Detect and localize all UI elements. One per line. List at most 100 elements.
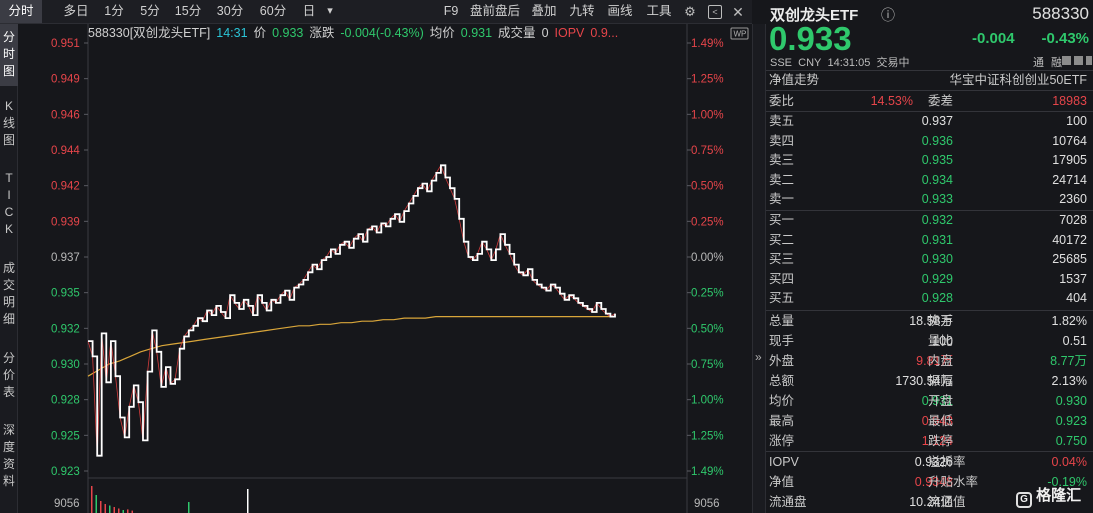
- panel-collapse-strip[interactable]: »: [752, 24, 766, 513]
- exchange: SSE: [770, 57, 793, 69]
- left-tick-label: 0.949: [51, 74, 80, 86]
- left-tick-label: 0.930: [51, 359, 80, 371]
- volume-bar: [188, 502, 190, 513]
- level-volume: 40172: [1052, 232, 1087, 247]
- left-tick-label: 0.937: [51, 252, 80, 264]
- big-change-pct: -0.43%: [1041, 30, 1089, 47]
- tab-1min[interactable]: 1分: [98, 0, 130, 23]
- vtab-char: 时: [2, 47, 15, 61]
- tools-button[interactable]: 工具: [642, 0, 676, 23]
- stat-label: 溢折率: [928, 455, 966, 469]
- vtab-price-table[interactable]: 分 价 表: [0, 350, 18, 410]
- level-label: 卖四: [769, 133, 795, 148]
- stat-label: 流通值: [928, 495, 966, 509]
- level-label: 买一: [769, 213, 795, 227]
- stat-row: 均价 0.931 开盘 0.930: [766, 391, 1093, 411]
- period-dropdown-icon[interactable]: ▾: [322, 0, 338, 23]
- bid-row: 买一 0.932 7028: [766, 210, 1093, 230]
- right-tick-label: 1.49%: [691, 38, 724, 50]
- iopv-value: 0.9...: [590, 26, 619, 40]
- intraday-chart[interactable]: 0.951 0.949 0.946 0.944 0.942 0.939 0.937 0.935…: [18, 24, 752, 513]
- vtab-char: C: [4, 205, 14, 219]
- level-price: 0.931: [921, 232, 953, 247]
- ratio-label: 委比: [769, 94, 795, 108]
- level-label: 买五: [769, 291, 795, 306]
- ask-row: 卖三 0.935 17905: [766, 150, 1093, 170]
- left-tick-label: 0.935: [51, 288, 80, 300]
- stat-label: 外盘: [769, 354, 795, 368]
- right-tick-label: 0.50%: [691, 323, 724, 335]
- vtab-intraday-chart[interactable]: 分 时 图: [0, 24, 18, 86]
- left-tick-label: 0.923: [51, 466, 80, 478]
- level-price: 0.930: [921, 252, 953, 267]
- vtab-char: 图: [2, 64, 15, 78]
- price-value: 0.933: [272, 26, 304, 40]
- nav-trend-link[interactable]: 净值走势: [769, 70, 819, 90]
- edit-icon[interactable]: [1062, 56, 1071, 65]
- security-code-name: 588330[双创龙头ETF]: [88, 26, 211, 40]
- pre-post-market-button[interactable]: 盘前盘后: [466, 0, 524, 23]
- stat-row: 外盘 9.81万 内盘 8.77万: [766, 351, 1093, 371]
- level-volume: 10764: [1052, 133, 1087, 148]
- level-price: 0.929: [921, 271, 953, 286]
- info-icon[interactable]: ⓘ: [881, 5, 895, 25]
- level-volume: 100: [1066, 114, 1087, 128]
- quote-time: 14:31:05: [827, 57, 871, 69]
- f9-button[interactable]: F9: [440, 0, 462, 23]
- volume-axis-right-label: 9056: [694, 498, 720, 510]
- left-tick-label: 0.946: [51, 109, 80, 121]
- wp-badge[interactable]: WP: [730, 27, 749, 40]
- bid-row: 买三 0.930 25685: [766, 249, 1093, 269]
- tab-daily[interactable]: 日: [298, 0, 320, 23]
- level-volume: 17905: [1052, 153, 1087, 168]
- tab-multi-day[interactable]: 多日: [58, 0, 94, 23]
- trading-status: 交易中: [876, 57, 910, 69]
- chevron-left-icon[interactable]: <: [708, 5, 722, 19]
- tab-5min[interactable]: 5分: [134, 0, 166, 23]
- edit-icon[interactable]: [1074, 56, 1083, 65]
- draw-line-button[interactable]: 画线: [604, 0, 636, 23]
- nine-turn-button[interactable]: 九转: [566, 0, 598, 23]
- stat-label: 涨停: [769, 434, 795, 448]
- close-icon[interactable]: ✕: [730, 4, 746, 20]
- vtab-tick[interactable]: T I C K: [0, 170, 18, 248]
- diff-value: 18983: [1052, 94, 1087, 108]
- level-price: 0.934: [921, 172, 953, 187]
- tab-30min[interactable]: 30分: [212, 0, 248, 23]
- volume-bar: [104, 504, 106, 513]
- stat-row: IOPV 0.9326 溢折率 0.04%: [766, 452, 1093, 472]
- tracking-index: 华宝中证科创创业50ETF: [949, 73, 1087, 87]
- volume-bar: [100, 501, 102, 513]
- collapse-arrow-icon[interactable]: »: [755, 350, 762, 364]
- stat-row: 总额 1730.54万 振幅 2.13%: [766, 371, 1093, 391]
- gear-icon[interactable]: ⚙: [682, 4, 698, 20]
- tab-60min[interactable]: 60分: [254, 0, 292, 23]
- tab-15min[interactable]: 15分: [170, 0, 206, 23]
- volume-axis-left-label: 9056: [54, 498, 80, 510]
- vtab-kline-chart[interactable]: K 线 图: [0, 98, 18, 158]
- level-volume: 2360: [1059, 192, 1087, 207]
- edit-icon[interactable]: [1086, 56, 1092, 65]
- volume-bar: [109, 505, 111, 513]
- level-volume: 404: [1066, 291, 1087, 306]
- nav-row[interactable]: 净值走势 华宝中证科创创业50ETF: [766, 70, 1093, 90]
- ask-row: 卖一 0.933 2360: [766, 189, 1093, 209]
- stat-label: 最高: [769, 414, 795, 428]
- left-tick-label: 0.942: [51, 181, 80, 193]
- badge-tong: 通: [1033, 57, 1044, 69]
- level-price: 0.928: [921, 291, 953, 306]
- left-tick-label: 0.939: [51, 216, 80, 228]
- level-volume: 25685: [1052, 252, 1087, 267]
- stat-value: 8.77万: [1050, 354, 1087, 368]
- currency: CNY: [798, 57, 822, 69]
- overlay-button[interactable]: 叠加: [528, 0, 560, 23]
- stat-label: 开盘: [928, 394, 954, 408]
- vtab-trade-details[interactable]: 成 交 明 细: [0, 260, 18, 338]
- volume-bar: [113, 507, 115, 513]
- tab-intraday[interactable]: 分时: [0, 0, 42, 23]
- level-volume: 1537: [1059, 271, 1087, 286]
- vtab-depth-info[interactable]: 深 度 资 料: [0, 422, 18, 500]
- vtab-char: K: [4, 222, 13, 236]
- stat-value: 0.750: [1055, 434, 1087, 448]
- stat-label: 最低: [928, 414, 954, 428]
